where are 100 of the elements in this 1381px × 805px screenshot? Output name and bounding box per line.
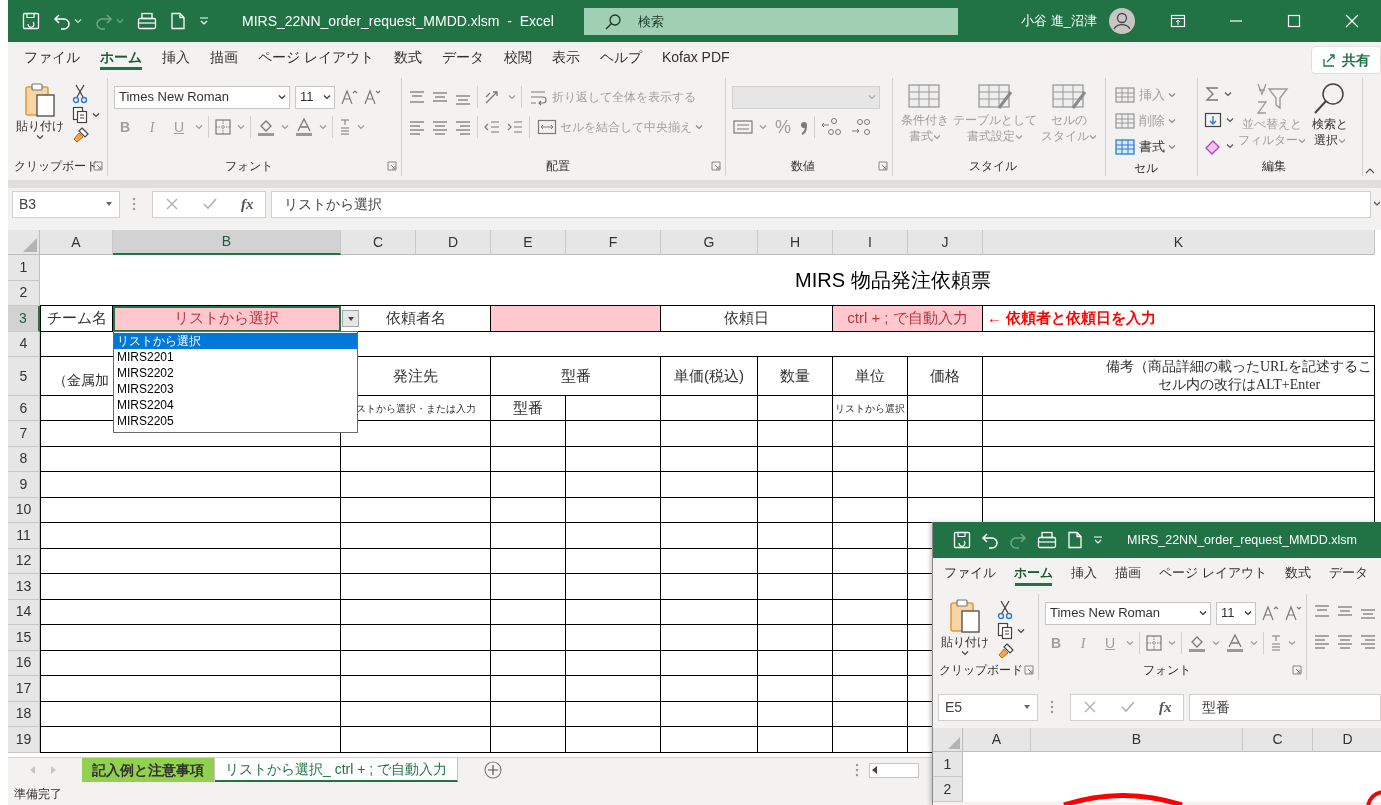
font-color-icon[interactable] bbox=[1225, 633, 1245, 653]
input-cell[interactable] bbox=[491, 306, 661, 332]
font-shrink-icon[interactable] bbox=[363, 88, 381, 106]
redo-icon[interactable] bbox=[95, 12, 113, 30]
paintbrush-icon[interactable] bbox=[997, 642, 1015, 660]
dialog-launcher-icon[interactable] bbox=[1292, 665, 1302, 675]
align-right-icon[interactable] bbox=[454, 118, 472, 136]
phonetic-icon[interactable] bbox=[1269, 633, 1283, 653]
copy-icon[interactable] bbox=[72, 106, 88, 124]
sheet-tab[interactable]: 記入例と注意事項 bbox=[82, 758, 215, 782]
clipboard-icon[interactable] bbox=[949, 598, 981, 634]
save-icon[interactable] bbox=[22, 12, 40, 30]
column-header[interactable]: D bbox=[416, 230, 491, 255]
printer-icon[interactable] bbox=[1037, 531, 1057, 549]
expand-formula-icon[interactable] bbox=[1373, 201, 1381, 207]
undo-icon[interactable] bbox=[53, 12, 71, 30]
enter-icon[interactable] bbox=[1119, 700, 1136, 714]
insert-function-button[interactable]: fx bbox=[1158, 695, 1172, 719]
ribbon-tab[interactable]: 挿入 bbox=[152, 42, 200, 72]
align-top-icon[interactable] bbox=[1313, 602, 1331, 620]
document-icon[interactable] bbox=[170, 12, 186, 30]
row-header[interactable]: 14 bbox=[8, 599, 40, 625]
caret-icon[interactable] bbox=[105, 201, 113, 207]
add-sheet-icon[interactable] bbox=[484, 761, 503, 779]
caret-icon[interactable] bbox=[278, 94, 286, 100]
row-header[interactable]: 13 bbox=[8, 574, 40, 600]
ribbon-button[interactable]: 書式 bbox=[1112, 134, 1178, 160]
scissors-icon[interactable] bbox=[997, 600, 1013, 620]
row-header[interactable]: 12 bbox=[8, 548, 40, 574]
ribbon-tab[interactable]: 校閲 bbox=[493, 42, 542, 72]
column-header[interactable]: B bbox=[1031, 728, 1243, 752]
row-header[interactable]: 19 bbox=[8, 727, 40, 753]
caret-icon[interactable] bbox=[1017, 628, 1025, 634]
caret-icon[interactable] bbox=[323, 94, 331, 100]
fill-down-icon[interactable] bbox=[1204, 111, 1222, 129]
search-field[interactable]: 検索 bbox=[584, 7, 958, 35]
font-shrink-icon[interactable] bbox=[1284, 604, 1302, 622]
row-header[interactable]: 2 bbox=[933, 777, 963, 802]
horizontal-scrollbar[interactable] bbox=[869, 762, 919, 778]
borders-icon[interactable] bbox=[214, 118, 232, 136]
scissors-icon[interactable] bbox=[72, 84, 88, 104]
column-header[interactable]: J bbox=[908, 230, 983, 255]
row-header[interactable]: 5 bbox=[8, 357, 40, 396]
decrease-decimal-icon[interactable] bbox=[849, 116, 873, 138]
dialog-launcher-icon[interactable] bbox=[711, 161, 721, 171]
name-box[interactable]: E5 bbox=[938, 693, 1038, 721]
align-center-icon[interactable] bbox=[431, 118, 449, 136]
document-icon[interactable] bbox=[1067, 531, 1083, 549]
name-box[interactable]: B3 bbox=[12, 190, 120, 218]
format-cells-icon[interactable] bbox=[1114, 137, 1136, 157]
align-center-icon[interactable] bbox=[1336, 632, 1354, 650]
number-format-field[interactable] bbox=[732, 85, 880, 109]
caret-icon[interactable] bbox=[961, 650, 969, 657]
ribbon-tab[interactable]: 描画 bbox=[200, 42, 248, 72]
ribbon-tab[interactable]: Kofax PDF bbox=[651, 42, 740, 72]
row-header[interactable]: 11 bbox=[8, 523, 40, 549]
column-header[interactable]: F bbox=[566, 230, 661, 255]
align-right-icon[interactable] bbox=[1359, 632, 1377, 650]
row-header[interactable]: 1 bbox=[933, 752, 963, 777]
ribbon-tab[interactable]: 挿入 bbox=[1062, 558, 1106, 588]
paintbrush-icon[interactable] bbox=[72, 126, 90, 144]
customize-caret-icon[interactable] bbox=[1093, 535, 1103, 545]
dialog-launcher-icon[interactable] bbox=[878, 161, 888, 171]
caret-icon[interactable] bbox=[1226, 117, 1234, 123]
select-all-icon[interactable] bbox=[23, 238, 37, 252]
dropdown-button[interactable] bbox=[342, 310, 359, 327]
paste-button[interactable]: 貼り付け bbox=[14, 78, 66, 158]
font-grow-icon[interactable] bbox=[1261, 604, 1279, 622]
more-icon[interactable] bbox=[855, 763, 859, 777]
ribbon-tab[interactable]: ヘルプ bbox=[589, 42, 652, 72]
ribbon-tab[interactable]: ホーム bbox=[1005, 558, 1062, 588]
redo-icon[interactable] bbox=[1009, 531, 1027, 549]
avatar-icon[interactable] bbox=[1109, 8, 1135, 34]
font-size-field[interactable]: 11 bbox=[1216, 601, 1256, 625]
font-color-icon[interactable] bbox=[294, 117, 314, 137]
column-header[interactable]: E bbox=[491, 230, 566, 255]
caret-icon[interactable] bbox=[1023, 704, 1031, 710]
align-left-icon[interactable] bbox=[1313, 632, 1331, 650]
ribbon-tab[interactable]: ホーム bbox=[90, 42, 152, 72]
ribbon-tab[interactable]: 表示 bbox=[541, 42, 590, 72]
row-header[interactable]: 3 bbox=[8, 306, 40, 332]
row-header[interactable]: 2 bbox=[8, 280, 40, 306]
ribbon-tab[interactable]: ページ レイアウト bbox=[248, 42, 384, 72]
increase-decimal-icon[interactable] bbox=[820, 116, 844, 138]
ribbon-tab[interactable]: ファイル bbox=[935, 558, 1005, 588]
formula-field[interactable]: 型番 bbox=[1189, 693, 1381, 721]
row-header[interactable]: 18 bbox=[8, 701, 40, 727]
ribbon-tab[interactable]: ページ レイアウト bbox=[1150, 558, 1276, 588]
dialog-launcher-icon[interactable] bbox=[1024, 665, 1034, 675]
dialog-launcher-icon[interactable] bbox=[387, 161, 397, 171]
font-grow-icon[interactable] bbox=[340, 88, 358, 106]
customize-caret-icon[interactable] bbox=[199, 16, 209, 26]
sheet-tab[interactable]: リストから選択_ ctrl + ; で自動入力 bbox=[215, 758, 459, 782]
row-header[interactable]: 6 bbox=[8, 396, 40, 421]
caret-icon[interactable] bbox=[1224, 91, 1232, 97]
ribbon-tab[interactable]: データ bbox=[1319, 558, 1377, 588]
row-header[interactable]: 16 bbox=[8, 650, 40, 676]
paste-button[interactable]: 貼り付け bbox=[939, 594, 991, 662]
column-header[interactable]: D bbox=[1313, 728, 1381, 752]
undo-icon[interactable] bbox=[981, 531, 999, 549]
